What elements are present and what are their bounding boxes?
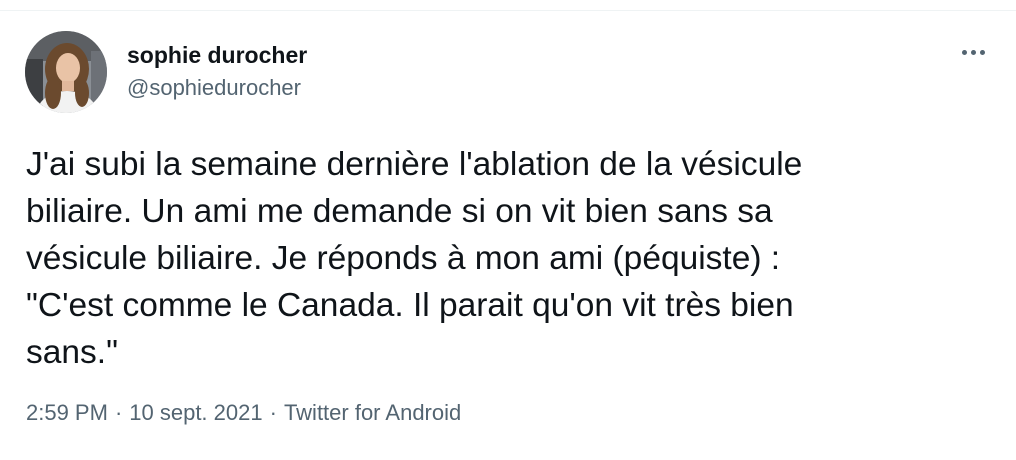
tweet-date[interactable]: 10 sept. 2021 xyxy=(129,400,262,425)
tweet-source-link[interactable]: Twitter for Android xyxy=(284,400,461,425)
tweet-time[interactable]: 2:59 PM xyxy=(26,400,108,425)
meta-separator: · xyxy=(114,400,123,425)
more-horizontal-icon xyxy=(961,49,967,55)
meta-separator: · xyxy=(269,400,277,425)
tweet-text: J'ai subi la semaine dernière l'ablation… xyxy=(26,146,803,371)
display-name[interactable]: sophie durocher xyxy=(127,40,307,70)
avatar-image xyxy=(25,31,107,113)
more-horizontal-icon xyxy=(979,49,985,55)
tweet-metadata: 2:59 PM · 10 sept. 2021 · Twitter for Androi… xyxy=(26,398,461,428)
avatar[interactable] xyxy=(25,31,107,113)
tweet-card: sophie durocher @sophiedurocher J'ai sub… xyxy=(0,0,1016,460)
more-horizontal-icon xyxy=(970,49,976,55)
more-options-button[interactable] xyxy=(955,38,991,66)
user-handle[interactable]: @sophiedurocher xyxy=(127,73,301,103)
